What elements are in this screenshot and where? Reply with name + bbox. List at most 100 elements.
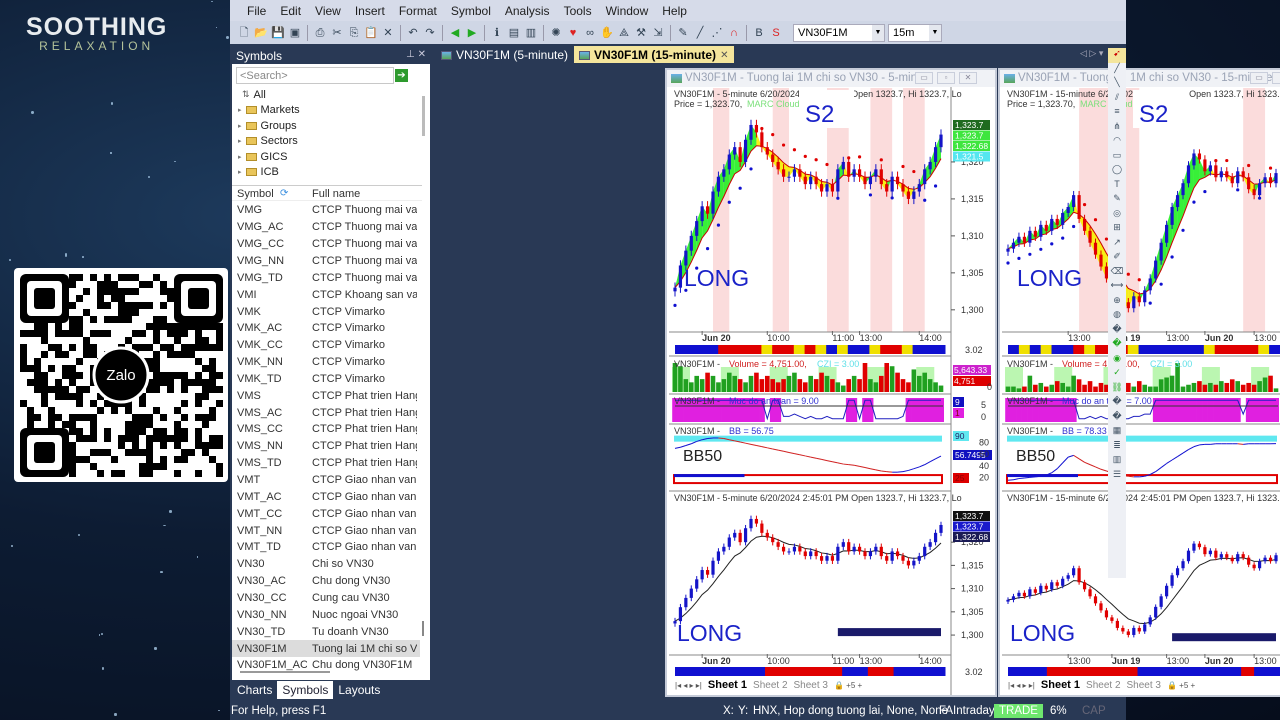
symbol-row[interactable]: VMG_CC CTCP Thuong mai va D xyxy=(232,236,420,253)
tab-charts[interactable]: Charts xyxy=(232,681,277,699)
menu-edit[interactable]: Edit xyxy=(273,4,308,18)
menu-view[interactable]: View xyxy=(308,4,348,18)
symbol-row[interactable]: VMK CTCP Vimarko xyxy=(232,303,420,320)
arc-icon[interactable]: ◠ xyxy=(1108,135,1126,150)
restore-button[interactable]: ▫ xyxy=(937,72,955,84)
redo-icon[interactable]: ↷ xyxy=(422,25,438,41)
menu-tools[interactable]: Tools xyxy=(557,4,599,18)
rect-icon[interactable]: ▭ xyxy=(1108,150,1126,165)
menu-analysis[interactable]: Analysis xyxy=(498,4,557,18)
sheet-nav-icons[interactable]: |◂ ◂ ▸ ▸| xyxy=(675,681,702,690)
minimize-button[interactable]: ▭ xyxy=(1250,72,1268,84)
open-icon[interactable]: 📂 xyxy=(253,25,269,41)
eraser-icon[interactable]: ⌫ xyxy=(1108,266,1126,281)
symbol-row[interactable]: VMK_NN CTCP Vimarko xyxy=(232,354,420,371)
arrow-icon[interactable]: ↗ xyxy=(1108,237,1126,252)
symbol-row[interactable]: VMG_NN CTCP Thuong mai va D xyxy=(232,253,420,270)
zoom-icon[interactable]: ⊕ xyxy=(1108,295,1126,310)
globe-icon[interactable]: ◍ xyxy=(1108,309,1126,324)
indicator-icon[interactable]: ✺ xyxy=(548,25,564,41)
brush-icon[interactable]: ✐ xyxy=(1108,251,1126,266)
sheet-lock-icons[interactable]: 🔒 +5 + xyxy=(834,681,862,690)
lock-icon[interactable]: � xyxy=(1108,324,1126,339)
column-full-name[interactable]: Full name xyxy=(307,188,417,200)
symbol-combo[interactable]: VN30F1M ▼ xyxy=(793,23,885,42)
chart-area[interactable]: 1,3001,3051,3101,3151,3201,3301,335VN30F… xyxy=(1002,87,1280,695)
symbol-row[interactable]: VMG_AC CTCP Thuong mai va D xyxy=(232,219,420,236)
pen-color-icon[interactable]: ✎ xyxy=(675,25,691,41)
list-scrollbar[interactable] xyxy=(422,621,424,636)
sheet-tab-2[interactable]: Sheet 2 xyxy=(1086,680,1120,691)
measure-icon[interactable]: ⟷ xyxy=(1108,280,1126,295)
trash-icon[interactable]: ⛓ xyxy=(1108,382,1126,397)
tab-nav-icons[interactable]: ◁ ▷ ▾ xyxy=(1080,48,1103,59)
grid-icon[interactable]: � xyxy=(1108,396,1126,411)
symbol-row[interactable]: VMS_NN CTCP Phat trien Hang H xyxy=(232,438,420,455)
hand-icon[interactable]: ✋ xyxy=(599,25,615,41)
save-icon[interactable]: 💾 xyxy=(270,25,286,41)
symbol-row[interactable]: VMS_AC CTCP Phat trien Hang H xyxy=(232,404,420,421)
symbol-row[interactable]: VMS_CC CTCP Phat trien Hang H xyxy=(232,421,420,438)
fib-icon[interactable]: ≡ xyxy=(1108,106,1126,121)
tree-item-all[interactable]: ⇅ All xyxy=(242,87,266,102)
tree-item-sectors[interactable]: ▸ Sectors xyxy=(238,134,298,149)
pitchfork-icon[interactable]: ⋔ xyxy=(1108,121,1126,136)
symbol-row[interactable]: VMS CTCP Phat trien Hang H xyxy=(232,387,420,404)
symbol-row[interactable]: VMT_TD CTCP Giao nhan van tai xyxy=(232,539,420,556)
menu-symbol[interactable]: Symbol xyxy=(444,4,498,18)
menu-file[interactable]: File xyxy=(240,4,273,18)
menu-insert[interactable]: Insert xyxy=(348,4,392,18)
symbol-row[interactable]: VMS_TD CTCP Phat trien Hang H xyxy=(232,455,420,472)
sheet-tab-3[interactable]: Sheet 3 xyxy=(1127,680,1161,691)
eye-icon[interactable]: � xyxy=(1108,338,1126,353)
symbol-row[interactable]: VN30_AC Chu dong VN30 xyxy=(232,573,420,590)
search-go-icon[interactable]: ➔ xyxy=(395,69,408,82)
sheet-lock-icons[interactable]: 🔒 +5 + xyxy=(1167,681,1195,690)
tree-scrollbar[interactable] xyxy=(422,96,425,136)
binoculars-icon[interactable]: ∞ xyxy=(582,25,598,41)
text-icon[interactable]: T xyxy=(1108,179,1126,194)
cut-icon[interactable]: ✂ xyxy=(329,25,345,41)
link-icon[interactable]: ✓ xyxy=(1108,367,1126,382)
menu-window[interactable]: Window xyxy=(599,4,656,18)
chart-window-titlebar[interactable]: VN30F1M - Tuong lai 1M chi so VN30 - 5-m… xyxy=(667,70,995,87)
tab-layouts[interactable]: Layouts xyxy=(333,681,385,699)
chart-area[interactable]: 1,300 1,305 1,310 1,315 1,320 VN30F1M - 5-min… xyxy=(669,87,995,695)
chart-icon[interactable]: ▦ xyxy=(1108,425,1126,440)
menu-help[interactable]: Help xyxy=(655,4,694,18)
chart-window-titlebar[interactable]: VN30F1M - Tuong lai 1M chi so VN30 - 15-… xyxy=(1000,70,1280,87)
line-tool-icon[interactable]: ╱ xyxy=(1108,63,1126,78)
dotted-line-icon[interactable]: ⋰ xyxy=(709,25,725,41)
expand-arrow-icon[interactable]: ▸ xyxy=(238,168,242,176)
buy-icon[interactable]: B xyxy=(751,25,767,41)
sheet-tab-3[interactable]: Sheet 3 xyxy=(794,680,828,691)
close-button[interactable]: ✕ xyxy=(959,72,977,84)
symbol-row[interactable]: VMK_AC CTCP Vimarko xyxy=(232,320,420,337)
ray-icon[interactable]: ╲ xyxy=(1108,77,1126,92)
sheet-tab-1[interactable]: Sheet 1 xyxy=(1041,679,1080,691)
forward-icon[interactable]: ▶ xyxy=(464,25,480,41)
pin-close-icons[interactable]: ⊥ ✕ xyxy=(406,49,426,60)
tree-item-groups[interactable]: ▸ Groups xyxy=(238,118,297,133)
symbol-row[interactable]: VMT_NN CTCP Giao nhan van tai xyxy=(232,522,420,539)
sheet-tab-2[interactable]: Sheet 2 xyxy=(753,680,787,691)
channel-icon[interactable]: ⫽ xyxy=(1108,92,1126,107)
tree-item-icb[interactable]: ▸ ICB xyxy=(238,165,279,180)
cycle-icon[interactable]: ◎ xyxy=(1108,208,1126,223)
refresh-icon[interactable]: ⟳ xyxy=(280,188,288,199)
symbol-row[interactable]: VN30 Chi so VN30 xyxy=(232,556,420,573)
symbol-row[interactable]: VMT CTCP Giao nhan van tai xyxy=(232,472,420,489)
sheet-tab-1[interactable]: Sheet 1 xyxy=(708,679,747,691)
new-icon[interactable]: 🗋 xyxy=(236,25,252,41)
menu-format[interactable]: Format xyxy=(392,4,444,18)
expand-arrow-icon[interactable]: ▸ xyxy=(238,137,242,145)
marker-icon[interactable]: ◉ xyxy=(1108,353,1126,368)
symbol-row[interactable]: VN30F1M Tuong lai 1M chi so VN30 xyxy=(232,640,420,657)
delete-icon[interactable]: ✕ xyxy=(380,25,396,41)
expand-arrow-icon[interactable]: ▸ xyxy=(238,153,242,161)
horizontal-scrollbar[interactable] xyxy=(240,671,330,673)
symbol-row[interactable]: VMI CTCP Khoang san va D xyxy=(232,286,420,303)
doc-tab-1[interactable]: VN30F1M (15-minute) ✕ xyxy=(574,46,735,63)
symbol-row[interactable]: VMK_CC CTCP Vimarko xyxy=(232,337,420,354)
print-icon[interactable]: ⎙ xyxy=(312,25,328,41)
